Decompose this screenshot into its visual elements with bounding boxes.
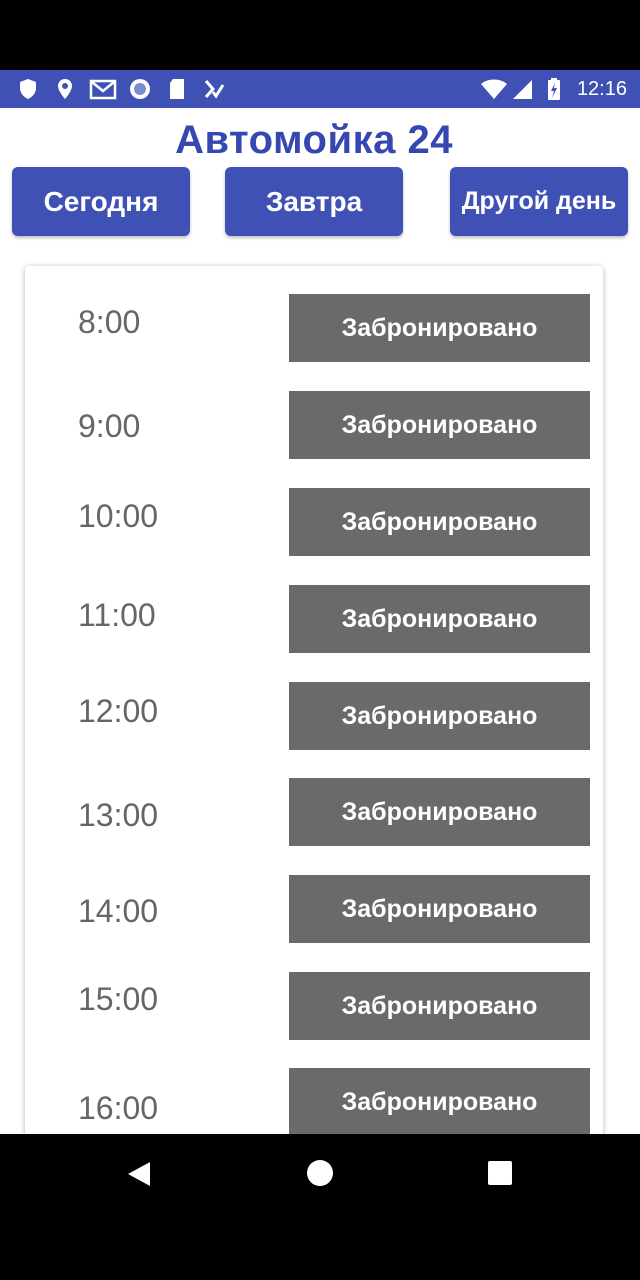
slot-time: 9:00 <box>78 408 141 444</box>
svg-text:x: x <box>497 91 502 101</box>
status-bar: x 12:16 <box>0 70 640 108</box>
slot-time: 11:00 <box>78 597 156 633</box>
app-screen: Автомойка 24 Сегодня Завтра Другой день … <box>0 108 640 1134</box>
slot-status-button[interactable]: Забронировано <box>289 488 590 556</box>
slot-status-button[interactable]: Забронировано <box>289 1068 590 1134</box>
app-title: Автомойка 24 <box>175 118 453 162</box>
back-icon[interactable] <box>128 1162 150 1186</box>
top-black-bar <box>0 0 640 70</box>
recent-apps-icon[interactable] <box>488 1161 512 1185</box>
slots-card: 8:00 Забронировано 9:00 Забронировано 10… <box>25 266 603 1134</box>
slot-time: 10:00 <box>78 498 159 534</box>
slot-time: 8:00 <box>78 304 141 340</box>
shield-icon <box>20 79 36 99</box>
signal-icon <box>513 80 532 99</box>
slot-status-button[interactable]: Забронировано <box>289 972 590 1040</box>
slot-status-button[interactable]: Забронировано <box>289 875 590 943</box>
slot-status-button[interactable]: Забронировано <box>289 682 590 750</box>
home-icon[interactable] <box>307 1160 333 1186</box>
today-button[interactable]: Сегодня <box>12 167 190 236</box>
slot-time: 15:00 <box>78 981 159 1017</box>
slot-time: 13:00 <box>78 797 159 833</box>
other-day-button[interactable]: Другой день <box>450 167 628 236</box>
slot-status-button[interactable]: Забронировано <box>289 585 590 653</box>
tomorrow-button[interactable]: Завтра <box>225 167 403 236</box>
slot-status-button[interactable]: Забронировано <box>289 391 590 459</box>
clock-time: 12:16 <box>576 78 627 100</box>
slot-time: 12:00 <box>78 693 159 729</box>
circle-app-icon <box>130 79 150 99</box>
battery-charging-icon <box>548 78 560 100</box>
slot-status-button[interactable]: Забронировано <box>289 778 590 846</box>
task-check-icon <box>204 80 225 99</box>
navigation-bar <box>0 1134 640 1280</box>
slot-time: 16:00 <box>78 1090 159 1126</box>
gmail-icon <box>89 79 117 100</box>
wifi-icon: x <box>481 79 507 101</box>
slot-time: 14:00 <box>78 893 159 929</box>
sd-card-icon <box>170 79 184 99</box>
location-pin-icon <box>58 79 72 99</box>
slot-status-button[interactable]: Забронировано <box>289 294 590 362</box>
